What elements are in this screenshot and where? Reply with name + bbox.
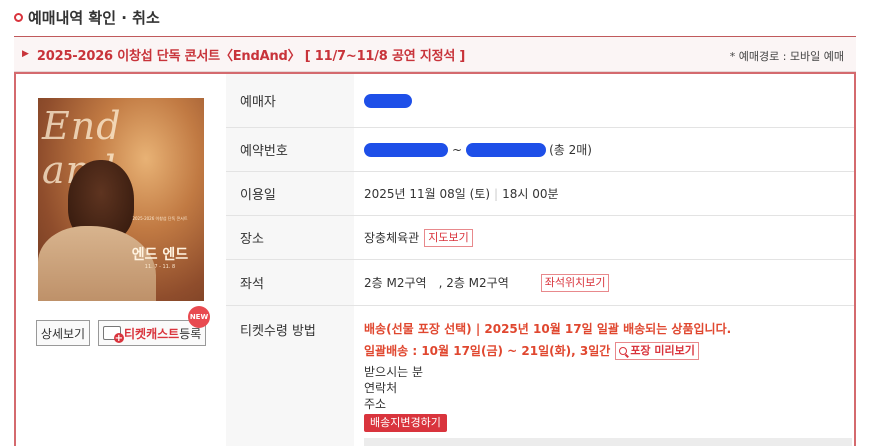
- value-date: 2025년 11월 08일 (토) | 18시 00분: [354, 172, 854, 215]
- divider: |: [494, 186, 499, 201]
- detail-button[interactable]: 상세보기: [36, 320, 90, 346]
- booking-detail-box: End and 2025-2026 이창섭 단독 콘서트 엔드 엔드 11. 7…: [14, 72, 856, 446]
- map-button[interactable]: 지도보기: [424, 228, 473, 247]
- new-badge: NEW: [188, 306, 210, 328]
- ticket-count: (총 2매): [549, 143, 592, 157]
- label-venue: 장소: [226, 216, 354, 259]
- seat-2: , 2층 M2구역: [438, 276, 509, 290]
- search-icon: [619, 347, 628, 355]
- recipient-address: 주소: [364, 397, 387, 411]
- change-address-button[interactable]: 배송지변경하기: [364, 414, 447, 432]
- venue-name: 장충체육관: [364, 231, 420, 245]
- value-venue: 장충체육관 지도보기: [354, 216, 854, 259]
- label-ticket-pickup: 티켓수령 방법: [226, 306, 354, 446]
- poster-subtitle: 2025-2026 이창섭 단독 콘서트: [132, 216, 188, 221]
- performance-time: 18시 00분: [502, 187, 559, 201]
- page-title: 예매내역 확인 · 취소: [28, 8, 160, 27]
- triangle-right-icon: ▶: [22, 49, 29, 59]
- address-form-area: [364, 438, 852, 446]
- event-poster[interactable]: End and 2025-2026 이창섭 단독 콘서트 엔드 엔드 11. 7…: [38, 98, 204, 301]
- row-seat: 좌석 2층 M2구역 , 2층 M2구역 좌석위치보기: [226, 260, 854, 306]
- delivery-info-line1: 배송(선물 포장 선택) | 2025년 10월 17일 일괄 배송되는 상품입…: [364, 322, 732, 336]
- delivery-info-line2: 일괄배송 : 10월 17일(금) ~ 21일(화), 3일간 포장 미리보기: [364, 342, 699, 360]
- recipient-name: 받으시는 분: [364, 365, 424, 379]
- row-booker: 예매자: [226, 74, 854, 128]
- value-booker: [354, 74, 854, 127]
- booking-info-table: 예매자 예약번호 ~ (총 2매) 이용일 2025년 11월 08일 (토) …: [226, 74, 854, 446]
- package-preview-label: 포장 미리보기: [630, 344, 695, 357]
- booking-number-tilde: ~: [452, 142, 463, 157]
- label-seat: 좌석: [226, 260, 354, 305]
- row-venue: 장소 장충체육관 지도보기: [226, 216, 854, 260]
- performance-date: 2025년 11월 08일 (토): [364, 187, 491, 201]
- row-date: 이용일 2025년 11월 08일 (토) | 18시 00분: [226, 172, 854, 216]
- redacted-name: [364, 93, 412, 108]
- row-booking-number: 예약번호 ~ (총 2매): [226, 128, 854, 172]
- booking-route: * 예매경로 : 모바일 예매: [729, 50, 844, 63]
- page-header: 예매내역 확인 · 취소: [14, 6, 160, 28]
- seat-map-button[interactable]: 좌석위치보기: [540, 273, 610, 292]
- event-title: 2025-2026 이창섭 단독 콘서트〈EndAnd〉 [ 11/7~11/8…: [36, 48, 466, 64]
- redacted-booking-number-1: [364, 142, 448, 157]
- poster-date: 11. 7 - 11. 8: [144, 264, 176, 270]
- delivery-period: 일괄배송 : 10월 17일(금) ~ 21일(화), 3일간: [364, 344, 611, 358]
- label-date: 이용일: [226, 172, 354, 215]
- circle-bullet-icon: [14, 12, 23, 22]
- value-ticket-pickup: 배송(선물 포장 선택) | 2025년 10월 17일 일괄 배송되는 상품입…: [354, 306, 854, 446]
- ticketcast-label: 티켓캐스트: [124, 326, 180, 341]
- recipient-contact: 연락처: [364, 381, 398, 395]
- event-title-bar: ▶ 2025-2026 이창섭 단독 콘서트〈EndAnd〉 [ 11/7~11…: [14, 36, 856, 72]
- label-booking-number: 예약번호: [226, 128, 354, 171]
- value-booking-number: ~ (총 2매): [354, 128, 854, 171]
- ticket-add-icon: +: [103, 326, 124, 344]
- label-booker: 예매자: [226, 74, 354, 127]
- value-seat: 2층 M2구역 , 2층 M2구역 좌석위치보기: [354, 260, 854, 305]
- poster-title: 엔드 엔드: [131, 247, 189, 263]
- package-preview-button[interactable]: 포장 미리보기: [615, 342, 699, 360]
- redacted-booking-number-2: [466, 142, 547, 157]
- seat-1: 2층 M2구역: [364, 276, 427, 290]
- row-ticket-pickup: 티켓수령 방법 배송(선물 포장 선택) | 2025년 10월 17일 일괄 …: [226, 306, 854, 446]
